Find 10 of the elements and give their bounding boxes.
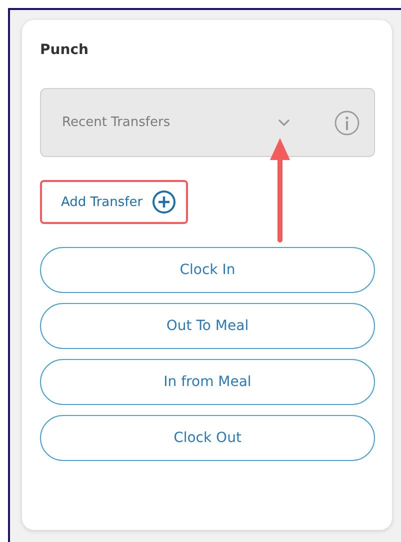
punch-button[interactable]: Out To Meal xyxy=(40,303,375,349)
info-icon[interactable] xyxy=(334,110,360,136)
plus-circle-icon xyxy=(152,190,176,214)
punch-button[interactable]: In from Meal xyxy=(40,359,375,405)
add-transfer-button[interactable]: Add Transfer xyxy=(40,180,188,224)
chevron-down-icon xyxy=(278,118,290,126)
punch-button[interactable]: Clock Out xyxy=(40,415,375,461)
punch-button[interactable]: Clock In xyxy=(40,247,375,293)
panel-title: Punch xyxy=(40,42,88,58)
transfer-dropdown[interactable]: Recent Transfers xyxy=(40,88,375,157)
